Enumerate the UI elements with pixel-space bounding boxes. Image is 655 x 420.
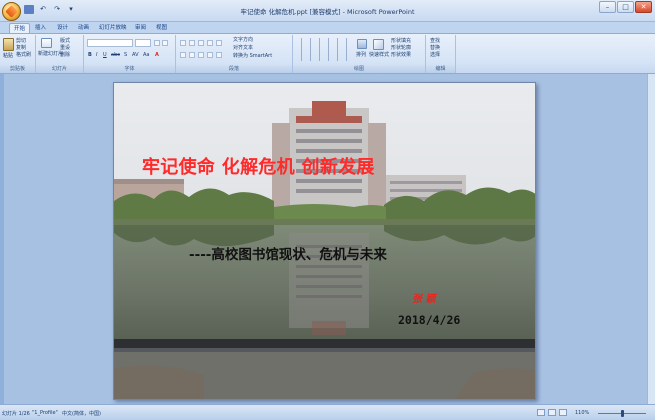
ribbon-tabs: 开始 插入 设计 动画 幻灯片放映 审阅 视图 bbox=[0, 22, 655, 33]
tab-insert[interactable]: 插入 bbox=[31, 23, 50, 33]
slide-date[interactable]: 2018/4/26 bbox=[398, 313, 460, 327]
shape-effects-button[interactable]: 形状效果 bbox=[391, 52, 411, 58]
slide-author[interactable]: 张 颖 bbox=[412, 290, 435, 305]
tab-slideshow[interactable]: 幻灯片放映 bbox=[95, 23, 131, 33]
group-label-editing: 编辑 bbox=[426, 66, 455, 73]
group-clipboard: 粘贴 剪切 复制 格式刷 剪贴板 bbox=[0, 35, 36, 73]
copy-button[interactable]: 复制 bbox=[16, 45, 26, 51]
reset-button[interactable]: 重设 bbox=[60, 45, 70, 51]
shrink-font-icon[interactable] bbox=[162, 40, 168, 46]
font-name-combo[interactable] bbox=[87, 39, 133, 47]
cut-button[interactable]: 剪切 bbox=[16, 38, 26, 44]
paste-icon[interactable] bbox=[3, 38, 14, 51]
language-indicator[interactable]: 中文(简体，中国) bbox=[62, 410, 101, 417]
shapes-gallery-icon[interactable] bbox=[296, 38, 354, 61]
group-slides: 新建幻灯片 版式 重设 删除 幻灯片 bbox=[36, 35, 84, 73]
zoom-slider-thumb[interactable] bbox=[621, 410, 624, 417]
slide-title[interactable]: 牢记使命 化解危机 创新发展 bbox=[142, 153, 462, 179]
title-bar: ↶ ↷ ▾ 牢记使命 化解危机.ppt [兼容模式] - Microsoft P… bbox=[0, 0, 655, 22]
grow-font-icon[interactable] bbox=[154, 40, 160, 46]
bold-icon[interactable]: B bbox=[88, 52, 92, 58]
tab-home[interactable]: 开始 bbox=[9, 23, 31, 33]
find-button[interactable]: 查找 bbox=[430, 38, 440, 44]
layout-button[interactable]: 版式 bbox=[60, 38, 70, 44]
group-label-paragraph: 段落 bbox=[176, 66, 292, 73]
text-direction-button[interactable]: 文字方向 bbox=[233, 37, 253, 43]
group-label-clipboard: 剪贴板 bbox=[0, 66, 35, 73]
slide-subtitle[interactable]: ----高校图书馆现状、危机与未来 bbox=[189, 243, 387, 263]
tab-review[interactable]: 审阅 bbox=[131, 23, 150, 33]
paste-button[interactable]: 粘贴 bbox=[3, 53, 13, 59]
window-controls: – □ ✕ bbox=[599, 1, 652, 13]
zoom-level[interactable]: 110% bbox=[575, 410, 589, 416]
group-label-font: 字体 bbox=[84, 66, 175, 73]
ribbon: 粘贴 剪切 复制 格式刷 剪贴板 新建幻灯片 版式 重设 删除 幻灯片 B I … bbox=[0, 33, 655, 74]
group-editing: 查找 替换 选择 编辑 bbox=[426, 35, 456, 73]
normal-view-icon[interactable] bbox=[537, 409, 545, 416]
vertical-scrollbar[interactable] bbox=[647, 74, 655, 404]
window-title: 牢记使命 化解危机.ppt [兼容模式] - Microsoft PowerPo… bbox=[240, 8, 415, 16]
align-center-icon[interactable] bbox=[189, 52, 195, 58]
convert-smartart-button[interactable]: 转换为 SmartArt bbox=[233, 53, 272, 59]
tab-design[interactable]: 设计 bbox=[53, 23, 72, 33]
italic-icon[interactable]: I bbox=[96, 52, 97, 58]
align-right-icon[interactable] bbox=[198, 52, 204, 58]
columns-icon[interactable] bbox=[216, 52, 222, 58]
numbering-icon[interactable] bbox=[189, 40, 195, 46]
shape-fill-button[interactable]: 形状填充 bbox=[391, 38, 411, 44]
slide-canvas[interactable]: 牢记使命 化解危机 创新发展 ----高校图书馆现状、危机与未来 张 颖 201… bbox=[113, 82, 536, 400]
increase-indent-icon[interactable] bbox=[207, 40, 213, 46]
format-painter-button[interactable]: 格式刷 bbox=[16, 52, 31, 58]
quick-styles-icon[interactable] bbox=[373, 39, 384, 50]
slide-indicator: 幻灯片 1/26 bbox=[2, 411, 30, 417]
justify-icon[interactable] bbox=[207, 52, 213, 58]
slide-sorter-view-icon[interactable] bbox=[548, 409, 556, 416]
tab-view[interactable]: 视图 bbox=[152, 23, 171, 33]
arrange-icon[interactable] bbox=[357, 39, 367, 49]
change-case-icon[interactable]: Aa bbox=[143, 52, 149, 58]
select-button[interactable]: 选择 bbox=[430, 52, 440, 58]
theme-name: "1_Profile" bbox=[32, 410, 58, 416]
align-text-button[interactable]: 对齐文本 bbox=[233, 45, 253, 51]
strikethrough-icon[interactable]: abc bbox=[111, 52, 120, 58]
arrange-button[interactable]: 排列 bbox=[356, 52, 366, 58]
status-bar: 幻灯片 1/26 "1_Profile" 中文(简体，中国) 110% bbox=[0, 404, 655, 420]
line-spacing-icon[interactable] bbox=[216, 40, 222, 46]
align-left-icon[interactable] bbox=[180, 52, 186, 58]
slideshow-view-icon[interactable] bbox=[559, 409, 567, 416]
decrease-indent-icon[interactable] bbox=[198, 40, 204, 46]
group-label-drawing: 绘图 bbox=[293, 66, 425, 73]
quick-styles-button[interactable]: 快速样式 bbox=[369, 52, 389, 58]
minimize-button[interactable]: – bbox=[599, 1, 616, 13]
font-size-combo[interactable] bbox=[135, 39, 151, 47]
shape-outline-button[interactable]: 形状轮廓 bbox=[391, 45, 411, 51]
shadow-icon[interactable]: S bbox=[124, 52, 127, 58]
group-paragraph: 文字方向 对齐文本 转换为 SmartArt 段落 bbox=[176, 35, 293, 73]
slides-pane-edge[interactable] bbox=[0, 74, 4, 404]
delete-button[interactable]: 删除 bbox=[60, 52, 70, 58]
bullets-icon[interactable] bbox=[180, 40, 186, 46]
new-slide-icon[interactable] bbox=[41, 38, 52, 48]
close-button[interactable]: ✕ bbox=[635, 1, 652, 13]
slide-background-photo bbox=[114, 83, 535, 399]
underline-icon[interactable]: U bbox=[103, 52, 107, 58]
group-font: B I U abc S AV Aa A 字体 bbox=[84, 35, 176, 73]
group-label-slides: 幻灯片 bbox=[36, 66, 83, 73]
replace-button[interactable]: 替换 bbox=[430, 45, 440, 51]
maximize-button[interactable]: □ bbox=[617, 1, 634, 13]
tab-animations[interactable]: 动画 bbox=[74, 23, 93, 33]
group-drawing: 排列 快速样式 形状填充 形状轮廓 形状效果 绘图 bbox=[293, 35, 426, 73]
font-color-icon[interactable]: A bbox=[155, 52, 159, 58]
spacing-icon[interactable]: AV bbox=[132, 52, 139, 58]
